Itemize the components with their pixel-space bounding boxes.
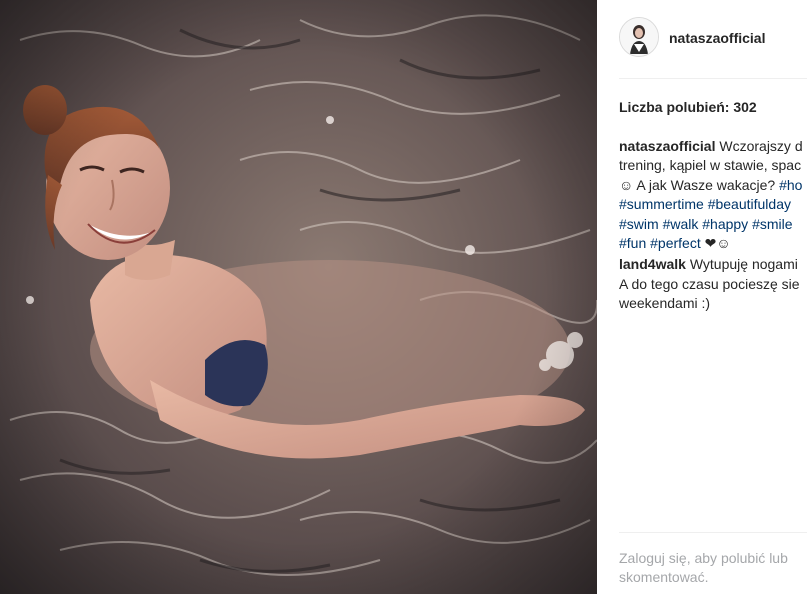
hashtag[interactable]: #smile (752, 216, 792, 232)
caption-author[interactable]: nataszaofficial (619, 138, 715, 154)
instagram-post-view: nataszaofficial Liczba polubień: 302 nat… (0, 0, 807, 594)
hashtag[interactable]: #ho (779, 177, 802, 193)
comment-item: land4walk Wytupuję nogami A do tego czas… (619, 255, 807, 313)
login-link[interactable]: Zaloguj się (619, 550, 687, 566)
swimming-woman-photo (0, 0, 597, 594)
caption-text-line-3: ☺ A jak Wasze wakacje? (619, 176, 780, 193)
comment-text: Wytupuję nogami (689, 256, 798, 273)
hashtag[interactable]: #swim (619, 216, 659, 232)
avatar-icon (620, 18, 658, 56)
hashtag[interactable]: #walk (663, 216, 699, 232)
post-side-panel: nataszaofficial Liczba polubień: 302 nat… (597, 0, 807, 594)
hashtag[interactable]: #beautifulday (708, 196, 791, 212)
post-photo[interactable] (0, 0, 597, 594)
comments-list: nataszaofficial Wczorajszy d trening, ką… (619, 137, 807, 316)
hashtag[interactable]: #summertime (619, 196, 704, 212)
login-prompt: Zaloguj się, aby polubić lub skomentować… (619, 549, 807, 587)
comment-text-line-3: weekendami :) (619, 295, 711, 312)
caption-comment: nataszaofficial Wczorajszy d trening, ką… (619, 137, 807, 253)
post-header: nataszaofficial (597, 0, 807, 78)
caption-emoji: ❤☺ (704, 235, 731, 252)
likes-count: Liczba polubień: 302 (619, 99, 757, 115)
hashtag[interactable]: #fun (619, 235, 646, 251)
footer-divider (619, 532, 807, 533)
comment-author[interactable]: land4walk (619, 256, 686, 272)
author-username[interactable]: nataszaofficial (669, 30, 765, 46)
hashtag[interactable]: #perfect (650, 235, 701, 251)
comment-text-line-2: A do tego czasu pocieszę sie (619, 275, 800, 292)
avatar[interactable] (619, 17, 659, 57)
header-divider (619, 78, 807, 79)
hashtag[interactable]: #happy (702, 216, 748, 232)
caption-text-line-1: Wczorajszy d (719, 138, 803, 154)
caption-text-line-2: trening, kąpiel w stawie, spac (619, 157, 802, 174)
